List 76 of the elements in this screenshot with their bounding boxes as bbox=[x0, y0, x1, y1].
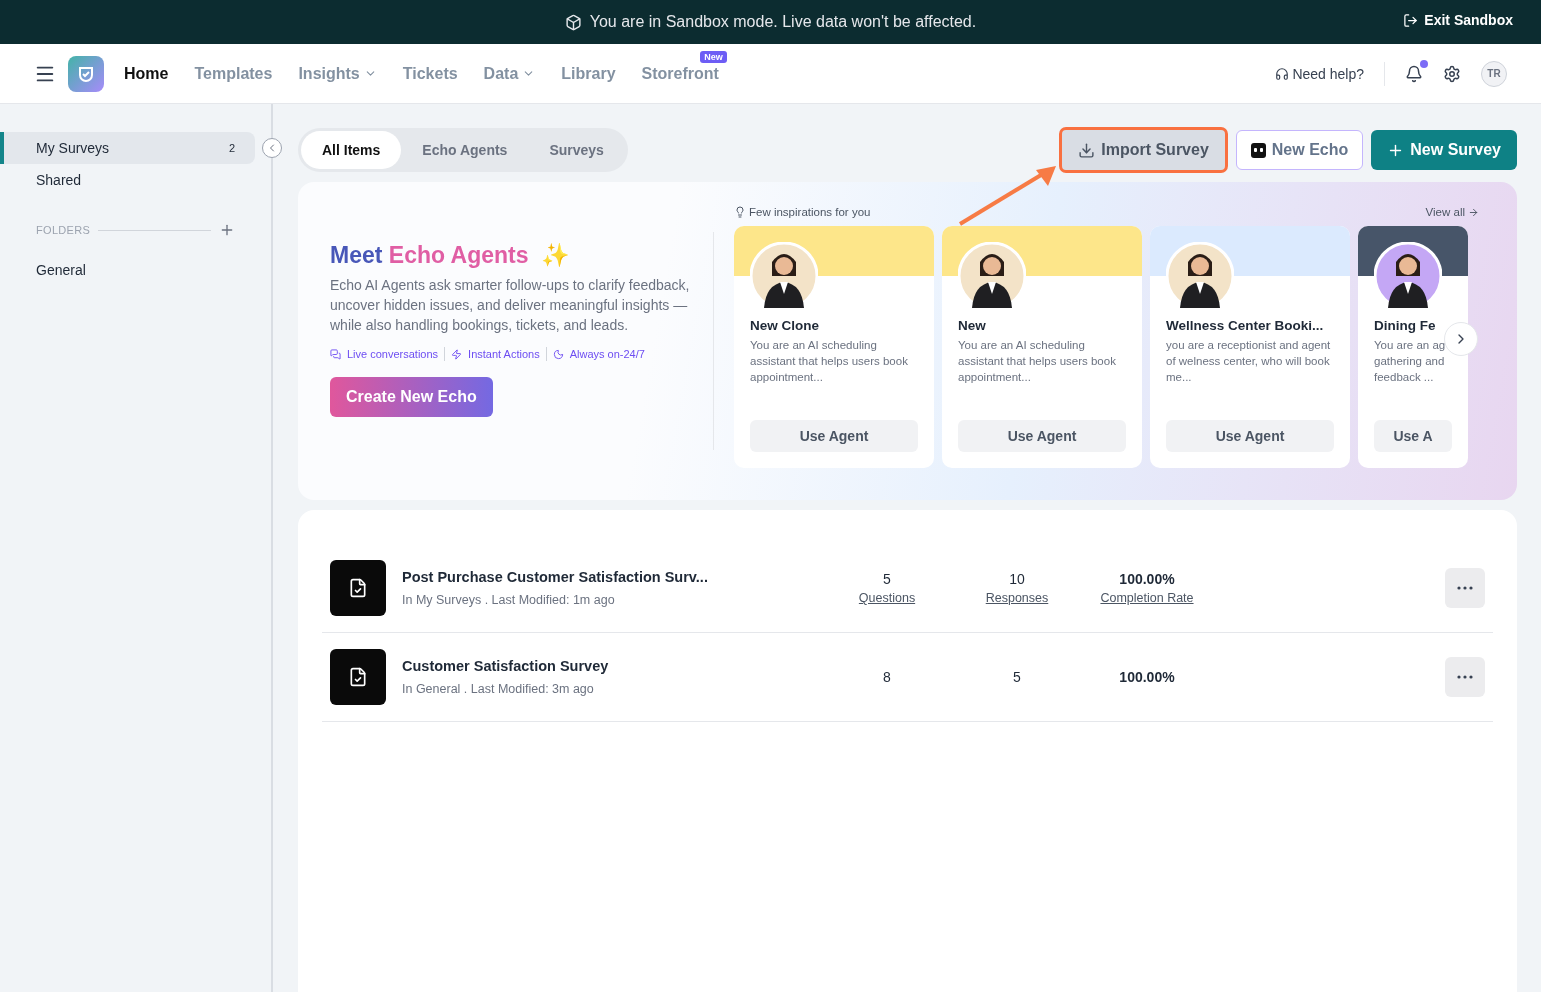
feature-label: Always on-24/7 bbox=[569, 348, 645, 360]
use-agent-button[interactable]: Use Agent bbox=[958, 420, 1126, 452]
feature-icon bbox=[552, 348, 564, 360]
help-link[interactable]: Need help? bbox=[1275, 65, 1364, 82]
cube-icon bbox=[564, 13, 582, 31]
survey-meta: In General . Last Modified: 3m ago bbox=[402, 682, 595, 696]
nav-link[interactable]: Home bbox=[124, 64, 169, 83]
sandbox-message: You are in Sandbox mode. Live data won't be affected. bbox=[589, 13, 977, 31]
settings-icon[interactable] bbox=[1443, 64, 1461, 83]
more-icon bbox=[1457, 586, 1473, 590]
questions-link[interactable]: Questions bbox=[858, 591, 916, 605]
folder-item[interactable]: General bbox=[0, 254, 255, 286]
folders-heading: FOLDERS bbox=[36, 224, 91, 236]
person-avatar bbox=[750, 242, 818, 310]
use-agent-button[interactable]: Use A bbox=[1374, 420, 1452, 452]
survey-document-icon bbox=[330, 649, 386, 705]
feature-icon bbox=[330, 348, 341, 360]
completion-rate-link[interactable]: Completion Rate bbox=[1100, 591, 1194, 605]
more-options-button[interactable] bbox=[1445, 657, 1485, 697]
view-all-link[interactable]: View all bbox=[1425, 206, 1479, 218]
download-icon bbox=[1078, 141, 1096, 159]
questions-count: 5 bbox=[883, 571, 891, 587]
app-logo[interactable] bbox=[68, 55, 104, 92]
collapse-button[interactable] bbox=[262, 138, 282, 158]
lightbulb-icon bbox=[734, 206, 746, 218]
agent-description: You are an AI scheduling assistant that helps users book appointment... bbox=[958, 338, 1117, 385]
survey-meta: In My Surveys . Last Modified: 1m ago bbox=[402, 593, 616, 607]
create-echo-button[interactable]: Create New Echo bbox=[330, 377, 493, 417]
use-agent-button[interactable]: Use Agent bbox=[1166, 420, 1334, 452]
agent-description: You are an AI scheduling assistant that helps users book appointment... bbox=[750, 338, 909, 385]
feature-label: Live conversations bbox=[347, 348, 439, 360]
survey-row[interactable]: Customer Satisfaction Survey In General . Last Modified: 3m ago 8 5 100.00% bbox=[322, 633, 1493, 722]
exit-sandbox-button[interactable]: Exit Sandbox bbox=[1403, 12, 1513, 28]
person-avatar bbox=[1374, 242, 1442, 310]
feature-icon bbox=[451, 348, 463, 360]
agent-name: Dining Fe bbox=[1374, 318, 1437, 333]
exit-icon bbox=[1403, 12, 1419, 28]
person-avatar bbox=[958, 242, 1026, 310]
use-agent-button[interactable]: Use Agent bbox=[750, 420, 918, 452]
new-echo-button[interactable]: New Echo bbox=[1235, 130, 1364, 170]
add-folder-icon[interactable] bbox=[219, 222, 235, 238]
survey-title: Customer Satisfaction Survey bbox=[402, 658, 610, 674]
responses-count: 5 bbox=[1013, 669, 1021, 685]
new-survey-button[interactable]: New Survey bbox=[1371, 130, 1517, 170]
user-avatar[interactable]: TR bbox=[1481, 60, 1507, 87]
promo-title: Meet Echo Agents ✨ bbox=[330, 242, 572, 269]
agent-name: New Clone bbox=[750, 318, 820, 333]
tab[interactable]: Echo Agents bbox=[401, 131, 529, 169]
more-icon bbox=[1457, 675, 1473, 679]
sidebar-item[interactable]: My Surveys 2 bbox=[0, 132, 255, 164]
completion-rate: 100.00% bbox=[1119, 669, 1175, 685]
more-options-button[interactable] bbox=[1445, 568, 1485, 608]
import-survey-button[interactable]: Import Survey bbox=[1059, 127, 1228, 173]
feature-label: Instant Actions bbox=[468, 348, 540, 360]
inspirations-label: Few inspirations for you bbox=[734, 206, 871, 218]
survey-title: Post Purchase Customer Satisfaction Surv... bbox=[402, 569, 709, 585]
notification-bell-icon[interactable] bbox=[1405, 64, 1423, 83]
tab[interactable]: Surveys bbox=[528, 131, 625, 169]
responses-link[interactable]: Responses bbox=[985, 591, 1049, 605]
arrow-right-icon bbox=[1468, 206, 1479, 218]
headset-icon bbox=[1275, 66, 1290, 81]
agent-description: you are a receptionist and agent of welness center, who will book me... bbox=[1166, 338, 1332, 385]
person-avatar bbox=[1166, 242, 1234, 310]
new-badge: New bbox=[700, 50, 727, 63]
survey-document-icon bbox=[330, 560, 386, 616]
agent-name: New bbox=[958, 318, 987, 333]
questions-count: 8 bbox=[883, 669, 891, 685]
next-arrow-button[interactable] bbox=[1444, 322, 1478, 356]
promo-description: Echo AI Agents ask smarter follow-ups to clarify feedback, uncover hidden issues, and deliver meaningful insights — while also handling bookings, tickets, and leads. bbox=[330, 276, 691, 335]
completion-rate: 100.00% bbox=[1119, 571, 1175, 587]
responses-count: 10 bbox=[1009, 571, 1025, 587]
sidebar-item[interactable]: Shared bbox=[0, 164, 255, 196]
tab[interactable]: All Items bbox=[301, 131, 402, 169]
survey-row[interactable]: Post Purchase Customer Satisfaction Surv... In My Surveys . Last Modified: 1m ago 5 Questions 10 Responses 100.00% Completion Rate bbox=[322, 544, 1493, 633]
agent-name: Wellness Center Booki... bbox=[1166, 318, 1325, 333]
agent-description: You are an ag gathering and feedback ... bbox=[1374, 338, 1447, 385]
